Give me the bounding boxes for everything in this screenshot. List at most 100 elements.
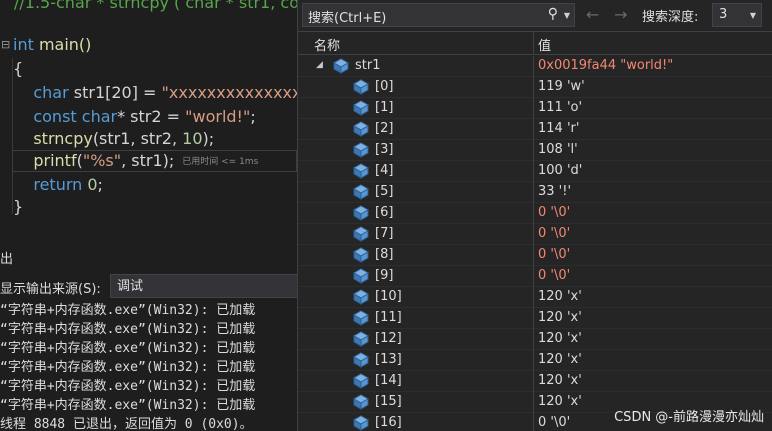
watch-row[interactable]: [1] 111 'o' (298, 98, 772, 119)
watch-row[interactable]: [11] 120 'x' (298, 308, 772, 329)
code-token: "world!" (185, 107, 251, 126)
variable-icon (352, 226, 370, 242)
variable-value[interactable]: 120 'x' (538, 394, 582, 409)
variable-icon (352, 142, 370, 158)
code-token: } (13, 197, 24, 216)
code-token: char (13, 83, 74, 102)
code-token: printf (13, 151, 77, 170)
code-token: str1[20] = (73, 83, 162, 102)
watch-row-str1[interactable]: ◢ str1 0x0019fa44 "world!" (298, 56, 772, 77)
search-depth-select[interactable]: 3 ▼ (712, 3, 762, 27)
watch-row[interactable]: [7] 0 '\0' (298, 224, 772, 245)
code-token: (str1, str2, (92, 129, 183, 148)
code-line: char str1[20] = "xxxxxxxxxxxxxxxxx (13, 82, 297, 104)
code-line: printf("%s", str1); 已用时间 <= 1ms (13, 150, 258, 173)
variable-value[interactable]: 119 'w' (538, 79, 585, 94)
variable-name: [7] (375, 226, 394, 241)
code-token: ; (97, 175, 103, 194)
watch-row[interactable]: [5] 33 '!' (298, 182, 772, 203)
variable-name: [9] (375, 268, 394, 283)
column-divider (533, 287, 534, 308)
variable-value[interactable]: 120 'x' (538, 331, 582, 346)
column-divider (533, 224, 534, 245)
code-token: , str1); (121, 151, 175, 170)
watch-row[interactable]: [12] 120 'x' (298, 329, 772, 350)
code-line: { (13, 58, 23, 80)
watch-row[interactable]: [3] 108 'l' (298, 140, 772, 161)
chevron-down-icon[interactable]: ▼ (750, 11, 756, 20)
variable-value[interactable]: 114 'r' (538, 121, 579, 136)
variable-name: [14] (375, 373, 402, 388)
code-token: int (13, 35, 34, 54)
search-icon[interactable]: ⚲ (548, 6, 558, 22)
variable-value[interactable]: 120 'x' (538, 289, 582, 304)
expand-collapse-icon[interactable]: ◢ (316, 60, 323, 70)
variable-icon (332, 58, 350, 74)
variable-name: [12] (375, 331, 402, 346)
variable-icon (352, 205, 370, 221)
chevron-down-icon[interactable]: ▼ (564, 11, 570, 20)
column-divider (533, 203, 534, 224)
variable-value[interactable]: 120 'x' (538, 310, 582, 325)
variable-value[interactable]: 120 'x' (538, 373, 582, 388)
code-editor[interactable]: //1.5-char * strncpy ( char * str1, cons… (0, 0, 297, 238)
output-line: “字符串+内存函数.exe”(Win32): 已加载 (0, 341, 256, 356)
watch-row[interactable]: [13] 120 'x' (298, 350, 772, 371)
variable-value[interactable]: 100 'd' (538, 163, 582, 178)
code-line: } (13, 196, 23, 218)
watch-row[interactable]: [8] 0 '\0' (298, 245, 772, 266)
variable-value[interactable]: 111 'o' (538, 100, 582, 115)
watch-search-box[interactable]: 搜索(Ctrl+E) ⚲ ▼ (302, 3, 575, 27)
code-token: ); (202, 129, 215, 148)
column-header-value[interactable]: 值 (538, 35, 551, 54)
output-line: “字符串+内存函数.exe”(Win32): 已加载 (0, 379, 256, 394)
back-arrow-icon[interactable]: ← (586, 5, 599, 24)
variable-value[interactable]: 0 '\0' (538, 226, 570, 241)
output-source-label: 显示输出来源(S): (0, 282, 101, 297)
variable-value[interactable]: 0 '\0' (538, 247, 570, 262)
code-line: int main() (13, 34, 91, 56)
watch-row[interactable]: [4] 100 'd' (298, 161, 772, 182)
forward-arrow-icon[interactable]: → (614, 5, 627, 24)
variable-name: [6] (375, 205, 394, 220)
watch-search-input[interactable]: 搜索(Ctrl+E) (308, 7, 386, 26)
code-token: ; (250, 107, 256, 126)
variable-name: [3] (375, 142, 394, 157)
variable-icon (352, 289, 370, 305)
variable-icon (352, 163, 370, 179)
variable-value[interactable]: 0 '\0' (538, 268, 570, 283)
column-divider (533, 119, 534, 140)
column-header-name[interactable]: 名称 (314, 35, 340, 54)
code-token: "xxxxxxxxxxxxxxxxx (161, 83, 297, 102)
variable-value[interactable]: 108 'l' (538, 142, 578, 157)
code-token: main() (33, 35, 92, 54)
watch-row[interactable]: [10] 120 'x' (298, 287, 772, 308)
variable-value[interactable]: 0 '\0' (538, 415, 570, 430)
watch-row[interactable]: [2] 114 'r' (298, 119, 772, 140)
variable-value[interactable]: 0x0019fa44 "world!" (538, 58, 673, 73)
variable-value[interactable]: 120 'x' (538, 352, 582, 367)
variable-icon (352, 310, 370, 326)
output-source-select[interactable]: 调试 (110, 274, 297, 298)
variable-value[interactable]: 0 '\0' (538, 205, 570, 220)
perf-tip[interactable]: 已用时间 <= 1ms (182, 157, 258, 167)
code-token: strncpy (13, 129, 93, 148)
column-divider[interactable] (533, 32, 534, 54)
collapse-toggle-icon[interactable]: ⊟ (1, 38, 10, 51)
watch-row[interactable]: [14] 120 'x' (298, 371, 772, 392)
code-token: * str2 = (117, 107, 186, 126)
variable-value[interactable]: 33 '!' (538, 184, 571, 199)
search-depth-label: 搜索深度: (642, 10, 699, 25)
variable-name: [8] (375, 247, 394, 262)
variable-name: str1 (355, 58, 381, 73)
watch-row[interactable]: [9] 0 '\0' (298, 266, 772, 287)
watch-row[interactable]: [0] 119 'w' (298, 77, 772, 98)
code-token: { (13, 59, 24, 78)
column-divider (533, 245, 534, 266)
output-title: 出 (0, 252, 14, 267)
output-line: “字符串+内存函数.exe”(Win32): 已加载 (0, 303, 256, 318)
output-lines: “字符串+内存函数.exe”(Win32): 已加载 “字符串+内存函数.exe”… (0, 301, 297, 431)
watch-row[interactable]: [6] 0 '\0' (298, 203, 772, 224)
output-line: “字符串+内存函数.exe”(Win32): 已加载 (0, 360, 256, 375)
column-divider (533, 56, 534, 77)
